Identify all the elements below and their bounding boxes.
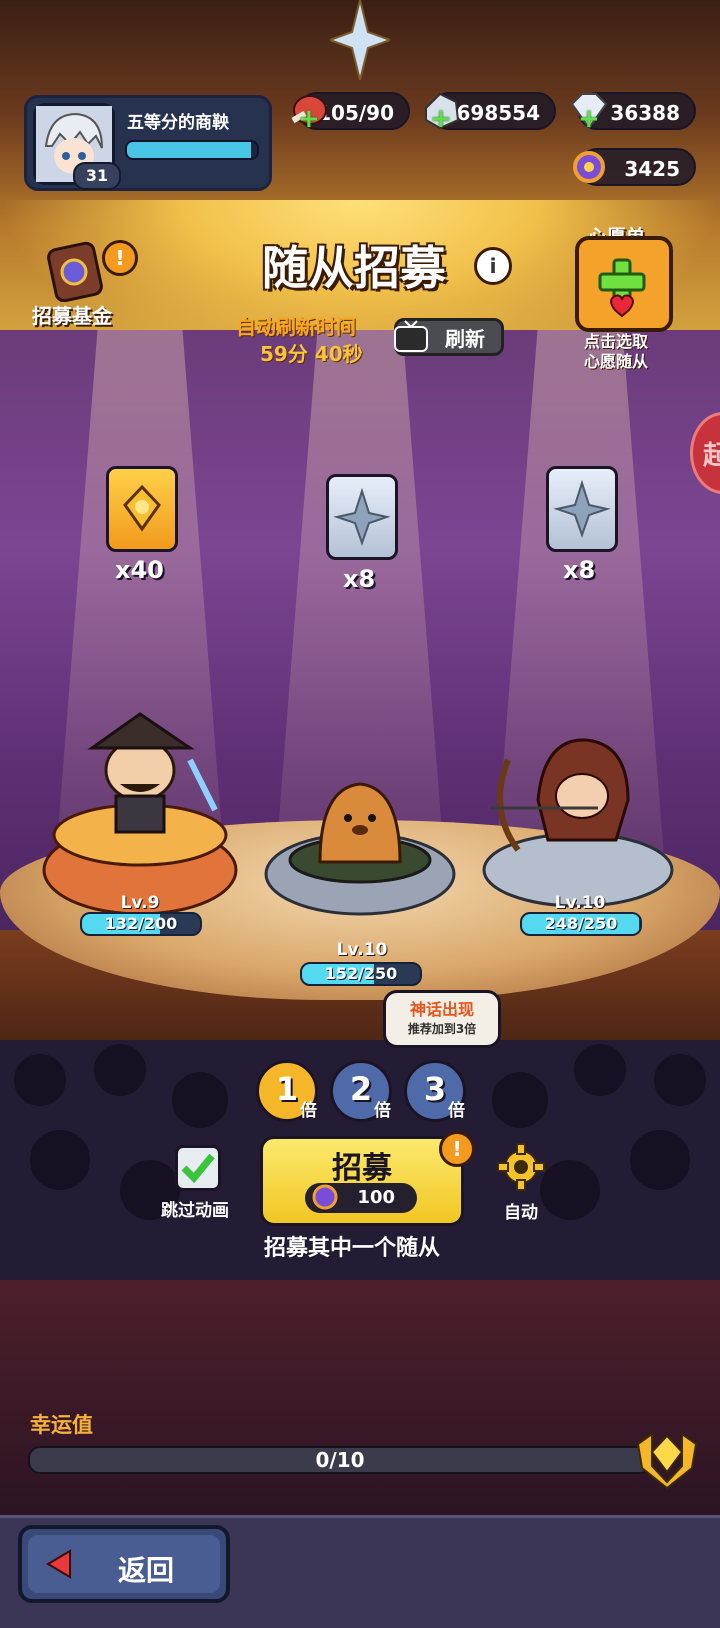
multiplier-unit: 倍 <box>300 1101 317 1121</box>
player-level-badge: 31 <box>73 162 121 190</box>
wishlist-subtitle-line2: 心愿随从 <box>584 352 649 371</box>
back-button-label: 返回 <box>118 1554 175 1587</box>
mythic-hint-bubble: 神话出现 推荐加到3倍 <box>383 990 501 1048</box>
player-exp-fill <box>127 142 251 158</box>
skip-animation-checkbox[interactable] <box>175 1145 221 1191</box>
recruit-cost-value: 100 <box>357 1187 395 1208</box>
tv-ad-icon <box>394 320 428 352</box>
diamond-resource[interactable]: + 36388 <box>570 92 696 134</box>
player-name: 五等分的商鞅 <box>127 113 229 133</box>
hero-slot-mole[interactable] <box>262 770 458 930</box>
side-tab-label: 起 <box>703 441 720 471</box>
recruit-button[interactable]: 招募 100 ! <box>260 1131 475 1226</box>
reward-silver-card[interactable] <box>546 466 618 552</box>
reward-count: x8 <box>563 556 596 584</box>
back-arrow-icon <box>46 1549 71 1579</box>
add-crystal-icon[interactable]: + <box>430 100 452 138</box>
multiplier-unit: 倍 <box>374 1101 391 1121</box>
reward-gold-card[interactable] <box>106 466 178 552</box>
hero-hp-bar: 132/200 <box>80 912 202 936</box>
recruit-description: 招募其中一个随从 <box>264 1236 441 1261</box>
multiplier-number: 3 <box>423 1070 447 1108</box>
hero-hp-text: 248/250 <box>544 914 618 933</box>
wishlist-subtitle: 点击选取 心愿随从 <box>584 332 648 372</box>
hero-level: Lv.10 <box>336 940 388 960</box>
recruit-fund-label: 招募基金 <box>32 304 112 328</box>
reward-count: x8 <box>343 565 376 593</box>
luck-reward-button[interactable] <box>632 1426 702 1490</box>
bubble-subtitle: 推荐加到3倍 <box>407 1022 477 1036</box>
multiplier-number: 2 <box>349 1070 373 1108</box>
auto-refresh-label: 自动刷新时间 <box>236 315 356 339</box>
hero-slot-archer[interactable] <box>478 730 678 910</box>
add-diamond-icon[interactable]: + <box>578 100 600 138</box>
recruit-cost: 100 <box>305 1183 417 1213</box>
reward-count: x40 <box>115 556 164 584</box>
hero-level: Lv.9 <box>120 893 160 913</box>
wishlist-subtitle-line1: 点击选取 <box>584 332 649 351</box>
ticket-resource[interactable]: 3425 <box>573 148 696 186</box>
checkmark-icon <box>181 1153 215 1184</box>
multiplier-number: 1 <box>275 1070 299 1108</box>
diamond-value: 36388 <box>610 101 680 125</box>
stage-lower-area <box>0 1280 720 1515</box>
gold-emblem-icon <box>123 484 161 532</box>
back-button-inner: 返回 <box>28 1535 220 1593</box>
fund-alert-badge: ! <box>102 240 138 276</box>
hero-hp-text: 132/200 <box>104 914 178 933</box>
luck-value: 0/10 <box>315 1448 365 1472</box>
add-stamina-icon[interactable]: + <box>298 100 320 138</box>
auto-refresh-countdown: 59分 40秒 <box>260 342 363 366</box>
player-profile[interactable]: 31 五等分的商鞅 <box>24 95 272 191</box>
multiplier-2x-button[interactable]: 2 倍 <box>330 1060 392 1122</box>
star-ornament-icon <box>330 0 390 80</box>
gold-crest-icon <box>636 1432 698 1490</box>
recruit-alert-badge: ! <box>439 1131 475 1167</box>
crystal-value: 698554 <box>456 101 541 125</box>
multiplier-3x-button[interactable]: 3 倍 <box>404 1060 466 1122</box>
back-button[interactable]: 返回 <box>18 1525 230 1603</box>
hero-hp-bar: 248/250 <box>520 912 642 936</box>
refresh-button[interactable]: 刷新 <box>394 318 504 356</box>
luck-label: 幸运值 <box>30 1413 93 1437</box>
auto-label: 自动 <box>504 1203 538 1223</box>
silver-star-icon <box>553 479 611 539</box>
add-plus-icon <box>598 258 646 318</box>
page-title: 随从招募 <box>262 241 446 295</box>
mole-hero-icon <box>264 782 456 916</box>
silver-star-icon <box>333 487 391 547</box>
bubble-title: 神话出现 <box>409 1000 474 1019</box>
multiplier-1x-button[interactable]: 1 倍 <box>256 1060 318 1122</box>
hero-hp-text: 152/250 <box>324 964 398 983</box>
hero-hp-bar: 152/250 <box>300 962 422 986</box>
refresh-button-label: 刷新 <box>445 327 485 351</box>
wishlist-button[interactable] <box>575 236 673 332</box>
recruit-ticket-icon <box>573 151 605 183</box>
skip-animation-label: 跳过动画 <box>161 1201 229 1221</box>
stamina-resource[interactable]: + 105/90 <box>291 92 410 134</box>
auto-button[interactable] <box>496 1142 546 1192</box>
reward-silver-card[interactable] <box>326 474 398 560</box>
gear-icon <box>497 1143 545 1191</box>
ticket-value: 3425 <box>624 157 680 181</box>
hero-level: Lv.10 <box>554 893 606 913</box>
info-icon[interactable]: i <box>474 247 512 285</box>
multiplier-unit: 倍 <box>448 1101 465 1121</box>
recruit-fund-button[interactable]: ! <box>44 240 138 303</box>
crystal-resource[interactable]: + 698554 <box>425 92 556 134</box>
player-exp-bar <box>125 140 259 160</box>
recruit-ticket-icon <box>312 1184 338 1210</box>
archer-hero-icon <box>482 738 674 908</box>
recruit-button-label: 招募 <box>332 1151 392 1186</box>
luck-progress-bar: 0/10 <box>28 1446 652 1474</box>
